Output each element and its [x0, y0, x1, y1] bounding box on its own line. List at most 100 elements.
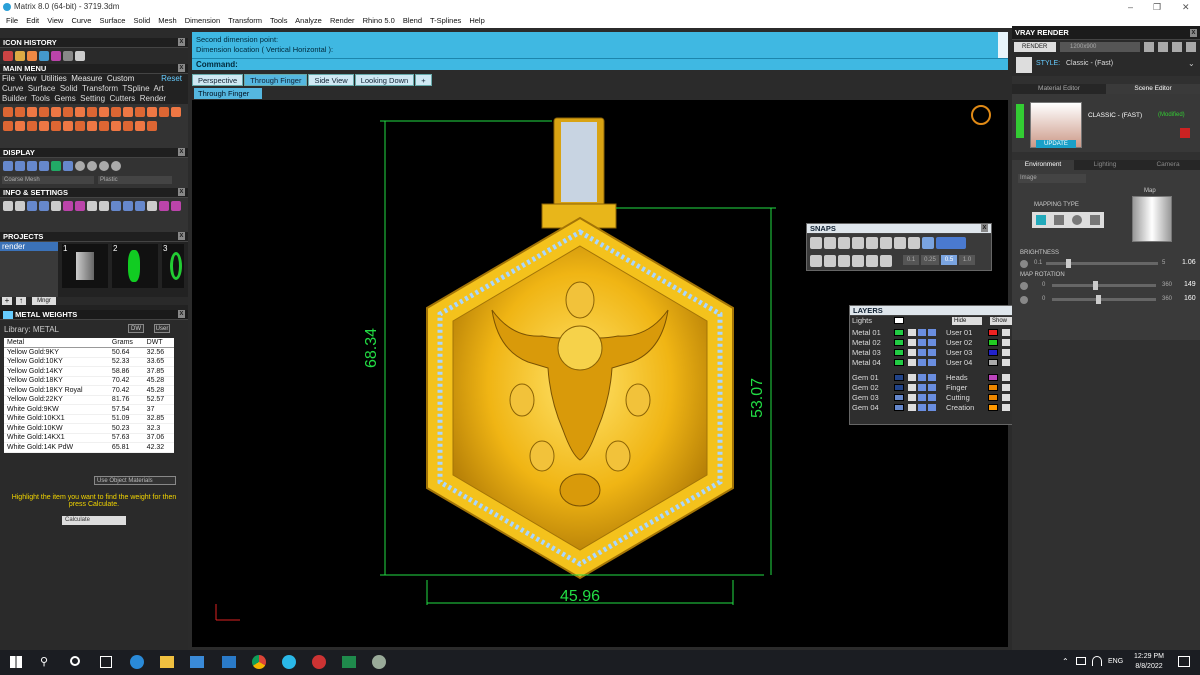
layer-lock-icon[interactable] [918, 394, 926, 401]
project-thumb[interactable]: 2 [112, 244, 158, 288]
tool-icon[interactable] [123, 121, 133, 131]
tool-icon[interactable] [3, 107, 13, 117]
notification-icon[interactable] [1178, 656, 1190, 667]
snap-icon[interactable] [838, 255, 850, 267]
material-sphere-icon[interactable] [75, 161, 85, 171]
snap-icon[interactable] [852, 255, 864, 267]
add-project-button[interactable]: + [2, 297, 12, 305]
language-indicator[interactable]: ENG [1108, 658, 1123, 665]
layer-color-swatch[interactable] [988, 384, 998, 391]
layer-visibility-icon[interactable] [908, 349, 916, 356]
menu-tsplines[interactable]: T-Splines [430, 16, 461, 25]
mm-file[interactable]: File [2, 74, 15, 83]
snap-icon[interactable] [894, 237, 906, 249]
layer-color-swatch[interactable] [894, 374, 904, 381]
rotation-slider-2[interactable] [1052, 298, 1156, 301]
clock-date[interactable]: 8/8/2022 [1132, 663, 1166, 670]
snap-toggle[interactable] [936, 237, 966, 249]
close-icon[interactable]: ✕ [1182, 0, 1190, 14]
mm-measure[interactable]: Measure [71, 74, 102, 83]
tool-icon[interactable] [75, 121, 85, 131]
tool-icon[interactable] [99, 121, 109, 131]
tool-icon[interactable] [135, 121, 145, 131]
rotation-slider-1[interactable] [1052, 284, 1156, 287]
rotation-slider-1-thumb[interactable] [1093, 281, 1099, 290]
excel-icon[interactable] [342, 656, 356, 668]
reset-link[interactable]: Reset [161, 74, 182, 84]
layer-lock-icon[interactable] [918, 404, 926, 411]
display-icon[interactable] [1076, 657, 1086, 665]
add-tab-button[interactable]: + [415, 74, 432, 86]
project-thumb[interactable]: 1 [62, 244, 108, 288]
tool-icon[interactable] [63, 107, 73, 117]
layer-select-icon[interactable] [928, 359, 936, 366]
layer-lock-icon[interactable] [918, 384, 926, 391]
view-icon[interactable] [63, 161, 73, 171]
mm-utilities[interactable]: Utilities [41, 74, 67, 83]
tool-icon[interactable] [39, 51, 49, 61]
tool-icon[interactable] [159, 201, 169, 211]
calculate-button[interactable]: Calculate [62, 516, 126, 525]
snap-icon[interactable] [824, 255, 836, 267]
menu-render[interactable]: Render [330, 16, 355, 25]
tool-icon[interactable] [27, 121, 37, 131]
view-icon[interactable] [15, 161, 25, 171]
mapping-cylinder-icon[interactable] [1090, 215, 1100, 225]
map-thumbnail[interactable] [1132, 196, 1172, 242]
layer-lock-icon[interactable] [918, 339, 926, 346]
tool-icon[interactable] [111, 121, 121, 131]
project-thumb[interactable]: 3 [162, 244, 184, 288]
mm-surface[interactable]: Surface [28, 84, 56, 93]
menu-surface[interactable]: Surface [100, 16, 126, 25]
table-row[interactable]: White Gold:10KX1 51.09 32.85 [4, 414, 174, 424]
edge-icon[interactable] [130, 655, 144, 669]
tool-icon[interactable] [87, 107, 97, 117]
tool-icon[interactable] [111, 107, 121, 117]
render-option-icon[interactable] [1144, 42, 1154, 52]
layer-row[interactable]: Gem 04 [850, 403, 942, 413]
layer-select-icon[interactable] [928, 384, 936, 391]
menu-tools[interactable]: Tools [270, 16, 288, 25]
material-sphere-icon[interactable] [99, 161, 109, 171]
menu-edit[interactable]: Edit [26, 16, 39, 25]
mapping-sphere-icon[interactable] [1072, 215, 1082, 225]
tool-icon[interactable] [3, 121, 13, 131]
tool-icon[interactable] [51, 201, 61, 211]
snap-value-05[interactable]: 0.5 [941, 255, 957, 265]
tool-icon[interactable] [99, 107, 109, 117]
layer-visibility-icon[interactable] [1002, 404, 1010, 411]
layer-visibility-icon[interactable] [1002, 384, 1010, 391]
file-explorer-icon[interactable] [160, 656, 174, 668]
tool-icon[interactable] [135, 107, 145, 117]
wifi-icon[interactable] [1092, 656, 1102, 666]
layer-visibility-icon[interactable] [908, 384, 916, 391]
layer-visibility-icon[interactable] [908, 329, 916, 336]
layer-visibility-icon[interactable] [908, 374, 916, 381]
mm-art[interactable]: Art [154, 84, 164, 93]
project-list[interactable]: render [0, 242, 58, 298]
layer-visibility-icon[interactable] [908, 339, 916, 346]
tool-icon[interactable] [51, 51, 61, 61]
hide-button[interactable]: Hide [952, 317, 982, 325]
tab-material-editor[interactable]: Material Editor [1012, 84, 1106, 94]
tool-icon[interactable] [39, 121, 49, 131]
layer-row[interactable]: Gem 02 [850, 383, 942, 393]
brightness-slider-thumb[interactable] [1065, 259, 1071, 268]
project-item[interactable]: render [0, 242, 58, 251]
tool-icon[interactable] [15, 107, 25, 117]
menu-view[interactable]: View [47, 16, 63, 25]
tab-lighting[interactable]: Lighting [1074, 160, 1136, 170]
snap-icon[interactable] [810, 255, 822, 267]
layer-color-swatch[interactable] [988, 329, 998, 336]
minimize-icon[interactable]: – [1128, 0, 1133, 14]
snap-icon[interactable] [866, 237, 878, 249]
menu-transform[interactable]: Transform [228, 16, 262, 25]
mm-transform[interactable]: Transform [82, 84, 118, 93]
menu-dimension[interactable]: Dimension [185, 16, 220, 25]
layer-visibility-icon[interactable] [1002, 329, 1010, 336]
snap-value-01[interactable]: 0.1 [903, 255, 919, 265]
table-row[interactable]: Yellow Gold:22KY 81.76 52.57 [4, 395, 174, 405]
menu-mesh[interactable]: Mesh [158, 16, 176, 25]
render-button[interactable]: RENDER [1014, 42, 1056, 52]
tool-icon[interactable] [123, 201, 133, 211]
